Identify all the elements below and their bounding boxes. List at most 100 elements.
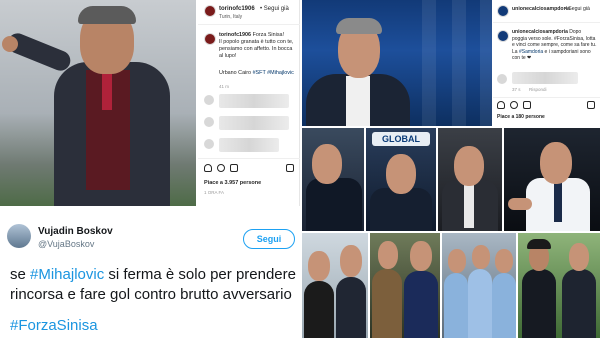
comment-avatar-blurred <box>204 95 214 105</box>
torino-username[interactable]: torinofc1906 <box>219 6 255 12</box>
tweet-text-line2: rincorsa e fare gol contro brutto avvers… <box>10 286 292 303</box>
caption-username: unionecalciosampdoria <box>512 29 568 35</box>
collage-photo-4 <box>504 128 600 231</box>
caption-body: Il popolo granata è tutto con te, pensia… <box>219 39 294 59</box>
person-head <box>410 241 432 271</box>
sampdoria-avatar[interactable] <box>497 5 509 17</box>
person-body <box>562 269 596 338</box>
person-shirt <box>464 184 474 228</box>
collage-photo-6 <box>370 233 440 338</box>
person-body <box>336 277 366 338</box>
tweet-avatar[interactable] <box>7 224 31 248</box>
background-stripe <box>452 0 466 126</box>
person-head <box>340 245 362 277</box>
sampdoria-likes[interactable]: Piace a 180 persone <box>497 114 545 120</box>
comment-blurred <box>219 116 289 130</box>
tweet-display-name[interactable]: Vujadin Boskov <box>38 226 113 237</box>
person-body <box>306 178 362 231</box>
sampdoria-username[interactable]: unionecalciosampdoria <box>512 6 570 12</box>
player-head <box>495 249 513 273</box>
torino-avatar[interactable] <box>204 5 216 17</box>
sampdoria-caption: unionecalciosampdoria Dopo poggia verso … <box>512 29 597 62</box>
coach-hand <box>2 36 18 52</box>
bookmark-icon[interactable] <box>286 164 294 172</box>
torino-likes[interactable]: Piace a 3.957 persone <box>204 180 261 186</box>
torino-action-icons <box>204 164 238 172</box>
torino-post-sidebar: torinofc1906 • Segui già Turin, Italy to… <box>198 0 300 206</box>
sampdoria-follow-status[interactable]: • Segui già <box>565 6 590 12</box>
torino-post-photo <box>0 0 196 206</box>
collage-photo-3 <box>438 128 502 231</box>
comment-blurred <box>219 138 279 152</box>
comment-blurred <box>512 72 578 84</box>
actions-divider <box>493 97 600 98</box>
collage-photo-1 <box>302 128 364 231</box>
torino-follow-status[interactable]: • Segui già <box>260 6 289 12</box>
player-head <box>472 245 490 269</box>
collage-photo-7 <box>442 233 516 338</box>
caption-time: 41 m <box>219 84 230 89</box>
player-body <box>444 273 468 338</box>
bookmark-icon[interactable] <box>587 101 595 109</box>
torino-signature: Urbano Cairo #SFT #Mihajlovic <box>219 70 297 77</box>
caption-lead: Forza Sinisa! <box>252 32 285 38</box>
caption-hashtags: #SFT #Mihajlovic <box>252 70 294 76</box>
coach-hair <box>78 6 136 24</box>
person-cap <box>527 239 551 249</box>
sampdoria-action-icons <box>497 101 531 109</box>
person-hand <box>508 198 532 210</box>
player-body <box>492 273 516 338</box>
caption-avatar[interactable] <box>204 33 216 45</box>
caption-username: torinofc1906 <box>219 32 252 38</box>
man-hair <box>336 18 382 34</box>
player-head <box>448 249 466 273</box>
background-stripe <box>480 0 492 126</box>
comment-avatar-blurred <box>204 117 214 127</box>
share-icon[interactable] <box>523 101 531 109</box>
person-head <box>308 251 330 281</box>
tweet-hashtag-link[interactable]: #Mihajlovic <box>30 266 104 283</box>
tweet-follow-button[interactable]: Segui <box>243 229 295 249</box>
comment-time: 37 s <box>512 87 521 92</box>
collage-photo-8 <box>518 233 600 338</box>
caption-avatar[interactable] <box>497 30 509 42</box>
person-head <box>569 243 589 271</box>
comment-avatar-blurred <box>497 74 507 84</box>
torino-location[interactable]: Turin, Italy <box>219 14 242 20</box>
person-tie <box>554 182 562 222</box>
person-body <box>370 188 432 231</box>
collage-photo-2: GLOBAL <box>366 128 436 231</box>
comment-avatar-blurred <box>204 139 214 149</box>
player-body <box>468 269 492 338</box>
actions-divider <box>198 158 300 159</box>
signature-text: Urbano Cairo <box>219 70 252 76</box>
person-head <box>312 144 342 184</box>
comment-blurred <box>219 94 289 108</box>
coach-tie <box>102 70 112 110</box>
heart-icon[interactable] <box>204 164 212 172</box>
torino-date: 1 ORA FA <box>204 190 225 195</box>
person-body <box>372 269 402 338</box>
share-icon[interactable] <box>230 164 238 172</box>
person-head <box>454 146 484 186</box>
tweet-text-rest: si ferma è solo per prendere <box>104 266 296 283</box>
background-stripe <box>422 0 436 126</box>
comment-icon[interactable] <box>217 164 225 172</box>
person-body <box>522 269 556 338</box>
comment-icon[interactable] <box>510 101 518 109</box>
header-divider <box>493 22 600 23</box>
tweet-tag-link[interactable]: #ForzaSinisa <box>10 317 98 334</box>
person-head <box>540 142 572 184</box>
person-body <box>404 271 438 338</box>
person-head <box>378 241 398 269</box>
heart-icon[interactable] <box>497 101 505 109</box>
sampdoria-post-photo <box>302 0 492 126</box>
person-body <box>304 281 334 338</box>
reply-link[interactable]: Rispondi <box>529 87 547 92</box>
tweet-handle[interactable]: @VujaBoskov <box>38 239 94 249</box>
tweet-text-prefix: se <box>10 266 31 283</box>
collage-banner: GLOBAL <box>372 132 430 146</box>
header-divider <box>198 24 300 25</box>
man-shirt <box>346 76 370 126</box>
sampdoria-post-sidebar: unionecalciosampdoria • Segui già unione… <box>493 0 600 126</box>
